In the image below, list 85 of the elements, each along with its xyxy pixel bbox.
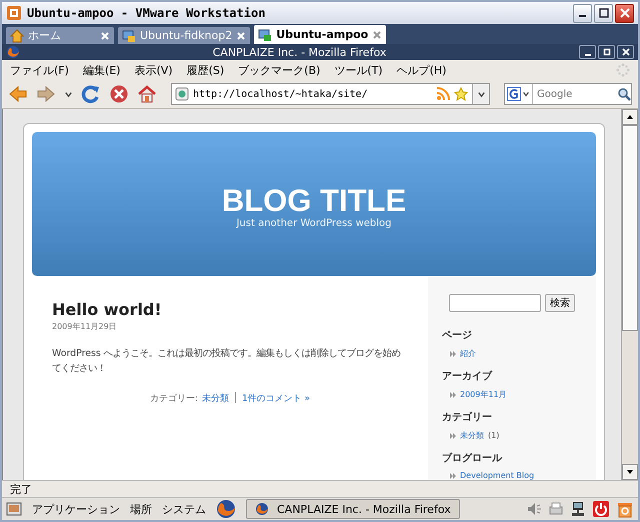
restore-icon xyxy=(602,47,612,57)
post-date: 2009年11月29日 xyxy=(52,321,118,332)
dropdown-button[interactable] xyxy=(472,84,489,104)
menu-item[interactable]: ブックマーク(B) xyxy=(238,62,320,78)
sidebar-heading: ページ xyxy=(442,329,473,342)
menu-item[interactable]: 編集(E) xyxy=(82,62,120,78)
comments-link[interactable]: 1件のコメント » xyxy=(242,392,310,405)
vm-tab[interactable]: Ubuntu-ampoo xyxy=(254,25,386,44)
search-field[interactable]: Google xyxy=(504,83,632,105)
up-arrow-icon xyxy=(626,113,634,121)
back-button[interactable] xyxy=(8,84,28,104)
computer-icon xyxy=(122,28,136,42)
scrollbar[interactable] xyxy=(621,109,638,480)
trash-icon[interactable] xyxy=(616,500,634,518)
sidebar-link[interactable]: 未分類 xyxy=(460,430,484,441)
search-button[interactable]: 検索 xyxy=(545,294,575,312)
menu-item[interactable]: ツール(T) xyxy=(334,62,383,78)
printer-icon[interactable] xyxy=(548,501,564,517)
minimize-button[interactable] xyxy=(579,45,596,59)
scroll-down-button[interactable] xyxy=(622,464,638,480)
post-title[interactable]: Hello world! xyxy=(52,300,408,319)
down-arrow-icon xyxy=(626,468,634,476)
scroll-up-button[interactable] xyxy=(622,109,638,125)
category-link[interactable]: 未分類 xyxy=(202,392,229,405)
maximize-icon xyxy=(598,7,610,19)
taskbar-button[interactable]: CANPLAIZE Inc. - Mozilla Firefox xyxy=(246,499,460,519)
firefox-launcher-icon[interactable] xyxy=(216,499,236,519)
caret-icon xyxy=(522,90,530,98)
home-icon xyxy=(10,28,24,42)
sidebar-link[interactable]: 2009年11月 xyxy=(460,389,507,400)
power-icon[interactable] xyxy=(592,500,610,518)
bullet-icon xyxy=(450,432,456,438)
close-button[interactable] xyxy=(615,4,634,22)
panel-menu[interactable]: システム xyxy=(162,502,206,516)
dropdown-icon[interactable] xyxy=(64,90,73,98)
firefox-icon xyxy=(255,502,269,516)
home-button[interactable] xyxy=(137,84,157,104)
window-title: Ubuntu-ampoo - VMware Workstation xyxy=(27,6,266,20)
sidebar-heading: カテゴリー xyxy=(442,410,493,424)
caret-icon xyxy=(476,90,486,98)
scroll-thumb[interactable] xyxy=(622,125,638,331)
reload-button[interactable] xyxy=(81,84,101,104)
status-text: 完了 xyxy=(10,482,32,496)
address-bar[interactable]: http://localhost/~htaka/site/ xyxy=(171,83,490,105)
stop-button[interactable] xyxy=(109,84,129,104)
sidebar-heading: ブログロール xyxy=(442,452,504,465)
blog-tagline: Just another WordPress weblog xyxy=(236,218,392,228)
menu-item[interactable]: ヘルプ(H) xyxy=(396,62,446,78)
throbber-icon xyxy=(616,63,630,77)
speaker-icon[interactable] xyxy=(526,501,542,517)
close-icon xyxy=(620,47,630,57)
minimize-icon xyxy=(579,15,586,17)
maximize-button[interactable] xyxy=(594,4,613,22)
google-g-icon xyxy=(507,87,521,101)
site-icon xyxy=(175,87,189,101)
panel-menu[interactable]: 場所 xyxy=(130,502,152,516)
app-icon xyxy=(6,5,22,21)
menu-item[interactable]: 履歴(S) xyxy=(186,62,224,78)
panel-menu[interactable]: アプリケーション xyxy=(32,502,120,516)
bullet-icon xyxy=(450,392,456,398)
show-desktop-icon[interactable] xyxy=(6,501,22,517)
computer-icon xyxy=(258,28,272,42)
search-engine-button[interactable] xyxy=(505,84,533,104)
menu-item[interactable]: ファイル(F) xyxy=(10,62,69,78)
star-icon[interactable] xyxy=(454,87,468,101)
forward-button[interactable] xyxy=(36,84,56,104)
category-label: カテゴリー: xyxy=(150,392,198,405)
firefox-icon xyxy=(6,45,20,59)
browser-title: CANPLAIZE Inc. - Mozilla Firefox xyxy=(212,46,388,58)
post-text: WordPress へようこそ。これは最初の投稿です。編集もしくは削除してブログを始めてください！ xyxy=(52,347,402,376)
maximize-button[interactable] xyxy=(598,45,615,59)
close-button[interactable] xyxy=(617,45,634,59)
minimize-button[interactable] xyxy=(573,4,592,22)
close-icon[interactable] xyxy=(372,30,382,40)
sidebar-link[interactable]: Development Blog xyxy=(460,471,534,480)
close-icon xyxy=(618,7,630,19)
bullet-icon xyxy=(450,350,456,356)
sidebar-link[interactable]: 紹介 xyxy=(460,348,476,359)
network-icon[interactable] xyxy=(570,501,586,517)
sidebar-heading: アーカイブ xyxy=(442,370,494,383)
minimize-icon xyxy=(584,54,590,56)
search-icon[interactable] xyxy=(617,87,631,101)
post-count: (1) xyxy=(488,431,500,440)
menu-item[interactable]: 表示(V) xyxy=(134,62,173,78)
search-input[interactable] xyxy=(449,294,541,312)
